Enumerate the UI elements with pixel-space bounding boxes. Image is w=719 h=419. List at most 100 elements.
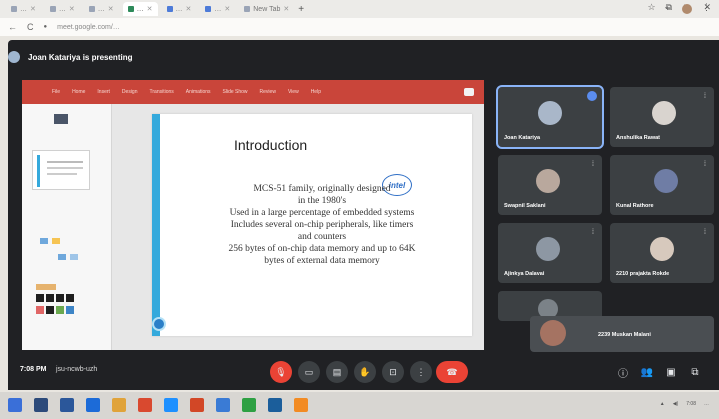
address-bar: ← C ● meet.google.com/… xyxy=(0,18,719,36)
start-icon[interactable] xyxy=(8,398,22,412)
participant-name: Anshulika Rawat xyxy=(616,135,661,141)
tab-label: New Tab xyxy=(253,5,281,13)
file-explorer-icon[interactable] xyxy=(112,398,126,412)
slide-line: Includes several on-chip peripherals, li… xyxy=(230,220,414,230)
browser-tab[interactable]: … ✕ xyxy=(6,2,41,16)
close-tab-icon[interactable]: ✕ xyxy=(69,5,75,13)
close-tab-icon[interactable]: ✕ xyxy=(147,5,153,13)
slide-thumbnail xyxy=(32,108,90,148)
participant-avatar xyxy=(654,169,678,193)
new-tab-plus-icon[interactable]: + xyxy=(298,4,304,15)
profile-avatar[interactable] xyxy=(682,4,692,14)
mic-off-button[interactable]: 🎙 xyxy=(270,361,292,383)
participant-avatar xyxy=(540,320,566,346)
ppt-menu-item: Slide Show xyxy=(222,89,248,95)
slide-line: Used in a large percentage of embedded s… xyxy=(229,208,415,218)
participant-tile[interactable]: 2239 Muskan Malani xyxy=(530,316,714,352)
browser-tab[interactable]: … ✕ xyxy=(84,2,119,16)
app-icon[interactable] xyxy=(216,398,230,412)
task-view-icon[interactable] xyxy=(34,398,48,412)
slide-line: MCS-51 family, originally designed xyxy=(253,184,391,194)
edge-icon[interactable] xyxy=(164,398,178,412)
participant-tile[interactable]: ⁞ Ajinkya Dalavai xyxy=(498,223,602,283)
browser-tab[interactable]: … ✕ xyxy=(162,2,197,16)
new-tab-icon xyxy=(244,6,251,12)
ppt-share-button xyxy=(464,88,474,96)
participant-avatar xyxy=(536,169,560,193)
browser-tab[interactable]: New Tab ✕ xyxy=(239,2,294,16)
slide-line: 256 bytes of on-chip data memory and up … xyxy=(228,244,416,254)
back-icon[interactable]: ← xyxy=(8,22,17,32)
activities-icon[interactable]: ⧉ xyxy=(688,365,702,379)
participant-tile[interactable]: ⁞ 2210 prajakta Rokde xyxy=(610,223,714,283)
muted-mic-icon: ⁞ xyxy=(704,229,706,236)
app-icon[interactable] xyxy=(294,398,308,412)
presenter-avatar xyxy=(8,51,20,63)
ppt-menu-item: Design xyxy=(121,89,138,95)
meeting-clock: 7:08 PM xyxy=(20,366,47,373)
ppt-menu-item: Review xyxy=(259,89,276,95)
raise-hand-button[interactable]: ✋ xyxy=(354,361,376,383)
participant-avatar xyxy=(650,237,674,261)
slide-thumbnail xyxy=(32,230,90,270)
page-favicon-icon xyxy=(49,6,56,12)
tab-label: … xyxy=(58,5,66,13)
network-icon[interactable]: ▲ xyxy=(660,401,665,407)
participant-tile[interactable]: ⁞ Swapnil Saklani xyxy=(498,155,602,215)
slide-body: MCS-51 family, originally designed in th… xyxy=(182,183,462,267)
app-icon[interactable] xyxy=(242,398,256,412)
ppt-menu-item: Animations xyxy=(185,89,211,95)
camera-button[interactable]: ▭ xyxy=(298,361,320,383)
presenting-label: Joan Katariya is presenting xyxy=(28,52,133,62)
participant-name: 2210 prajakta Rokde xyxy=(616,271,670,277)
close-tab-icon[interactable]: ✕ xyxy=(283,5,289,13)
participant-tile[interactable]: Joan Katariya xyxy=(496,85,604,149)
muted-mic-icon: ⁞ xyxy=(704,161,706,168)
slide-thumbnail-pane xyxy=(22,104,112,350)
browser-tab[interactable]: … ✕ xyxy=(200,2,235,16)
ppt-menu-item: Home xyxy=(72,89,86,95)
app-icon[interactable] xyxy=(268,398,282,412)
powerpoint-icon[interactable] xyxy=(190,398,204,412)
close-tab-icon[interactable]: ✕ xyxy=(224,5,230,13)
info-icon[interactable]: ⓘ xyxy=(616,365,630,380)
close-tab-icon[interactable]: ✕ xyxy=(108,5,114,13)
participant-tile[interactable]: ⁞ Kunal Rathore xyxy=(610,155,714,215)
more-options-button[interactable]: ⋮ xyxy=(410,361,432,383)
ppt-menu-item: Transitions xyxy=(149,89,174,95)
meet-favicon-icon xyxy=(127,6,134,12)
current-slide: Introduction intel MCS-51 family, origin… xyxy=(152,114,472,336)
windows-taskbar: ▲ ◀) 7:08 … xyxy=(0,392,719,419)
chrome-icon[interactable] xyxy=(138,398,152,412)
participant-tile[interactable]: ⁞ Anshulika Rawat xyxy=(610,87,714,147)
ppt-menu-item: File xyxy=(52,89,61,95)
browser-tab[interactable]: … ✕ xyxy=(45,2,80,16)
volume-icon[interactable]: ◀) xyxy=(673,401,679,407)
star-icon[interactable]: ☆ xyxy=(647,2,655,14)
tab-label: … xyxy=(214,5,222,13)
close-tab-icon[interactable]: ✕ xyxy=(186,5,192,13)
reload-icon[interactable]: C xyxy=(27,22,34,32)
browser-tab-active[interactable]: … ✕ xyxy=(122,2,158,16)
slide-accent-bar xyxy=(152,114,160,336)
ppt-menu-item: Insert xyxy=(97,89,110,95)
present-button[interactable]: ⊡ xyxy=(382,361,404,383)
mail-icon[interactable] xyxy=(86,398,100,412)
tab-label: … xyxy=(136,5,144,13)
doc-favicon-icon xyxy=(205,6,212,12)
chat-icon[interactable]: ▣ xyxy=(664,365,678,379)
close-tab-icon[interactable]: ✕ xyxy=(30,5,36,13)
extensions-icon[interactable]: ⧉ xyxy=(666,2,672,14)
tray-date: … xyxy=(704,401,709,407)
url-field[interactable]: meet.google.com/… xyxy=(57,24,120,31)
ppt-menu-item: View xyxy=(287,89,299,95)
slide-title: Introduction xyxy=(234,137,308,153)
word-icon[interactable] xyxy=(60,398,74,412)
menu-kebab-icon[interactable]: ⋮ xyxy=(702,2,711,14)
participant-name: Ajinkya Dalavai xyxy=(504,271,545,277)
captions-button[interactable]: ▤ xyxy=(326,361,348,383)
end-call-button[interactable]: ☎ xyxy=(436,361,468,383)
slide-accent-icon xyxy=(152,317,166,331)
browser-tab-bar: … ✕ … ✕ … ✕ … ✕ … ✕ … ✕ New Tab ✕ + xyxy=(0,0,719,18)
people-icon[interactable]: 👥 xyxy=(640,365,654,379)
